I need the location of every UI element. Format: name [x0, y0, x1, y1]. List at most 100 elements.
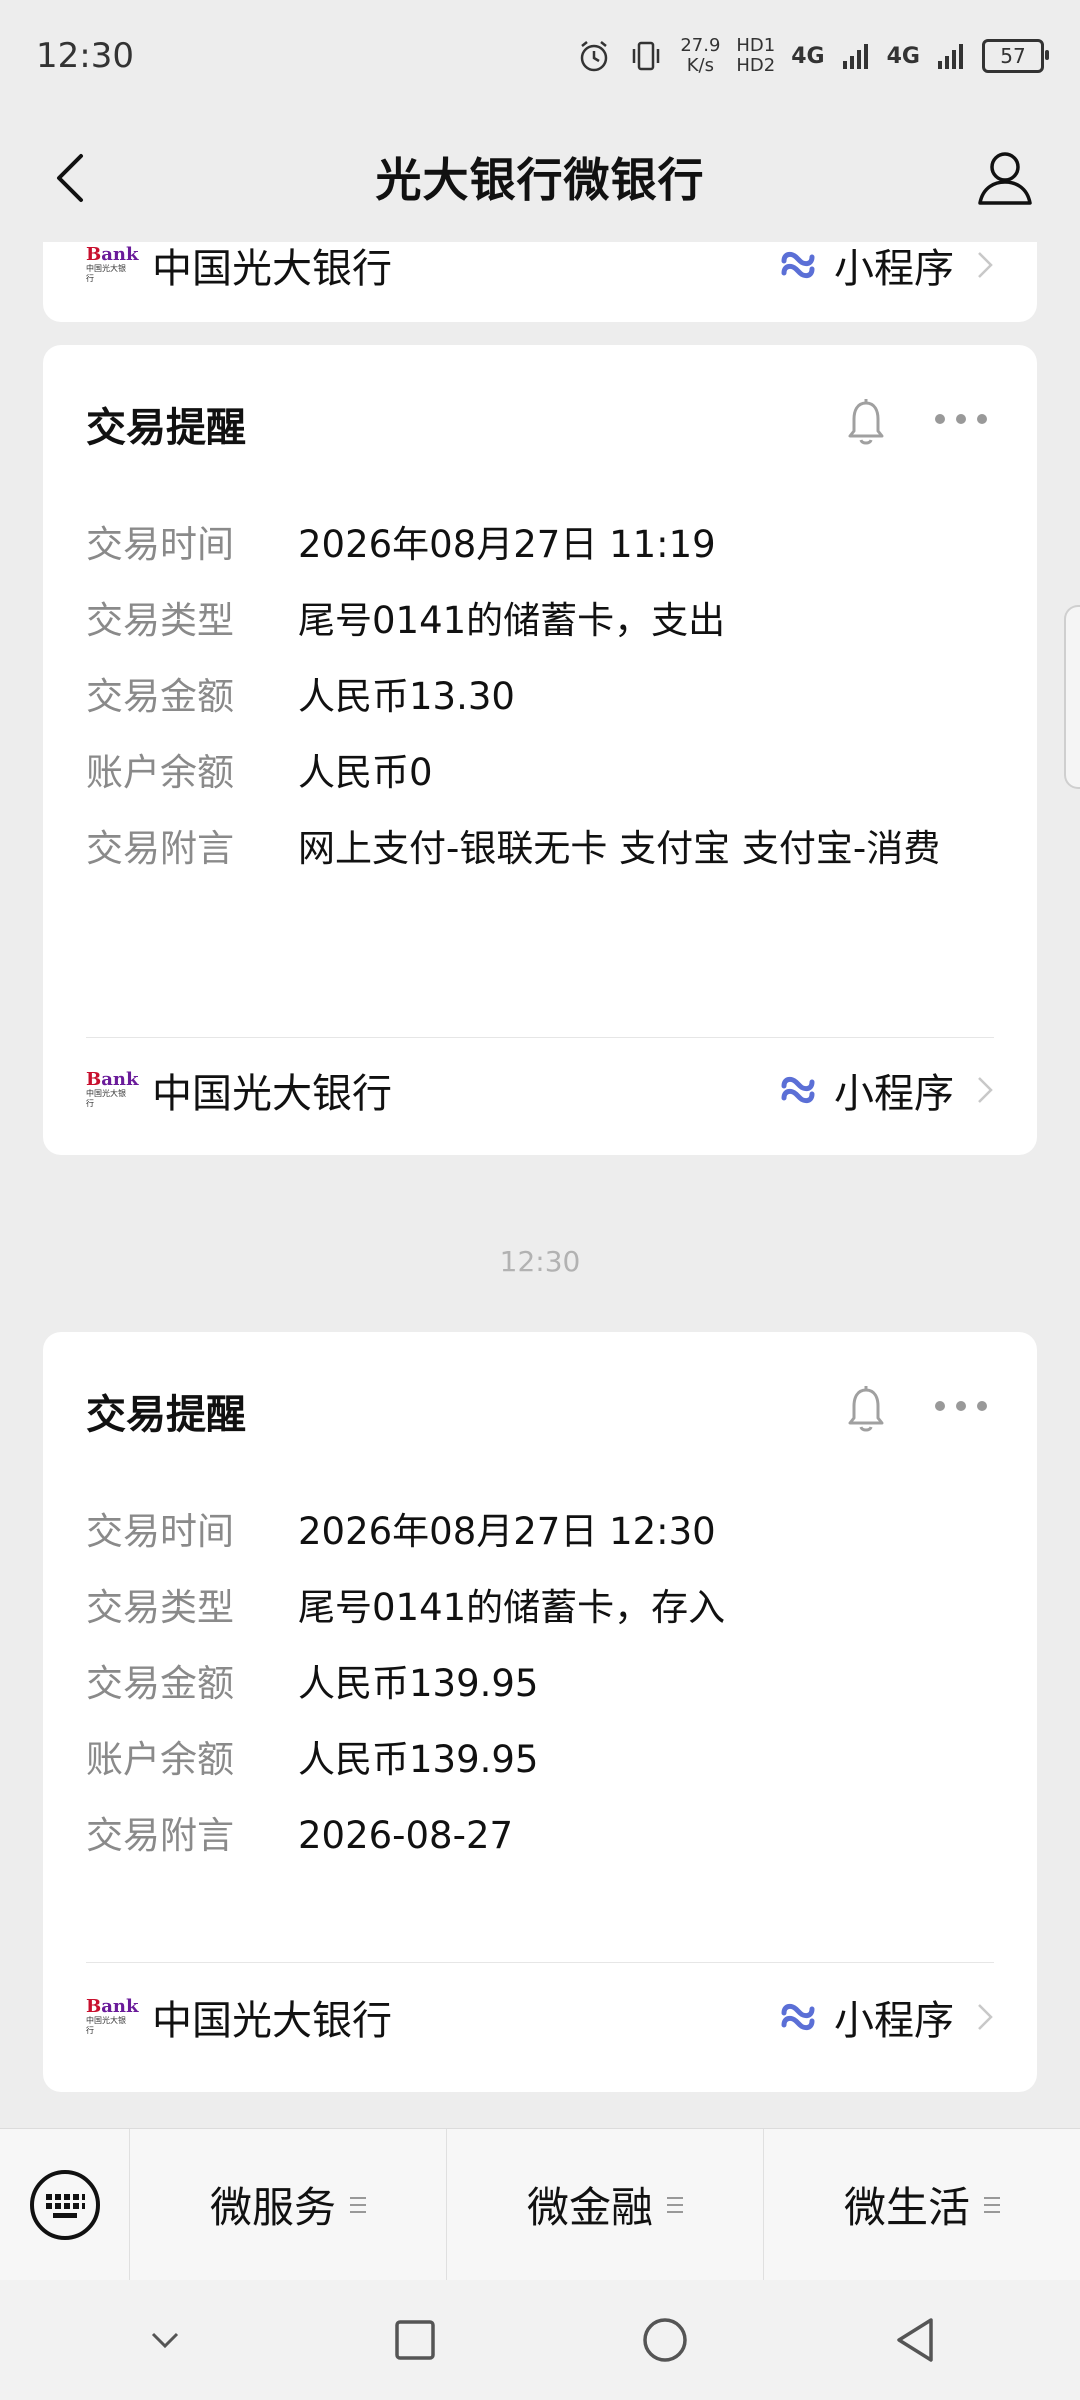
detail-label: 账户余额 [86, 751, 234, 794]
bottom-menu-bar: 微服务 微金融 微生活 [0, 2128, 1080, 2281]
detail-row: 交易类型 尾号0141的储蓄卡，存入 [86, 1583, 986, 1633]
detail-value: 尾号0141的储蓄卡，支出 [298, 599, 726, 642]
screen: 12:30 27.9 K/s HD1 HD2 4G 4G 57 光大银行微银行 … [0, 0, 1080, 2400]
detail-row: 交易附言 网上支付-银联无卡 支付宝 支付宝-消费 [86, 824, 986, 874]
nav-collapse-button[interactable] [120, 2295, 210, 2385]
hd1-label: HD1 [736, 35, 776, 56]
detail-label: 交易时间 [86, 1510, 234, 1553]
keyboard-icon [29, 2169, 100, 2240]
chevron-right-icon [978, 252, 993, 278]
detail-label: 交易时间 [86, 523, 234, 566]
bank-name: 中国光大银行 [152, 246, 392, 292]
mini-program-icon [781, 251, 815, 279]
network-type-2: 4G [886, 43, 920, 69]
square-icon [395, 2320, 435, 2360]
mini-program-link[interactable]: 小程序 [776, 1061, 994, 1119]
transaction-card[interactable]: 交易提醒 交易时间 2026年08月27日 12:30 交易类型 尾号0141的… [43, 1332, 1037, 2092]
menu-list-icon [667, 2196, 683, 2213]
menu-list-icon [984, 2196, 1000, 2213]
triangle-back-icon [897, 2318, 933, 2362]
battery-icon: 57 [982, 39, 1049, 73]
bell-icon[interactable] [845, 1384, 887, 1434]
detail-row: 交易附言 2026-08-27 [86, 1811, 986, 1861]
card-footer[interactable]: Bank 中国光大银行 中国光大银行 小程序 [86, 1982, 994, 2052]
menu-micro-service[interactable]: 微服务 [130, 2128, 447, 2281]
menu-micro-life[interactable]: 微生活 [764, 2129, 1080, 2281]
detail-value: 尾号0141的储蓄卡，存入 [298, 1586, 726, 1629]
user-icon [978, 152, 1032, 205]
chevron-right-icon [978, 1077, 993, 1103]
chevron-down-icon [151, 2332, 179, 2349]
floating-side-handle[interactable] [1064, 605, 1080, 789]
speed-unit: K/s [686, 55, 714, 76]
mini-program-link[interactable]: 小程序 [776, 242, 994, 294]
card-footer[interactable]: Bank 中国光大银行 中国光大银行 小程序 [86, 1055, 994, 1125]
detail-row: 交易时间 2026年08月27日 11:19 [86, 520, 986, 570]
detail-row: 交易金额 人民币13.30 [86, 672, 986, 722]
detail-label: 交易金额 [86, 1662, 234, 1705]
bell-icon[interactable] [845, 397, 887, 447]
detail-label: 交易类型 [86, 599, 234, 642]
detail-row: 交易类型 尾号0141的储蓄卡，支出 [86, 596, 986, 646]
hd2-label: HD2 [736, 55, 776, 76]
detail-value: 2026年08月27日 12:30 [298, 1510, 716, 1553]
detail-value: 2026-08-27 [298, 1814, 514, 1857]
card-footer[interactable]: Bank 中国光大银行 中国光大银行 小程序 [86, 242, 994, 300]
detail-value: 网上支付-银联无卡 支付宝 支付宝-消费 [298, 827, 941, 870]
more-options-button[interactable] [935, 1396, 987, 1416]
message-list[interactable]: Bank 中国光大银行 中国光大银行 小程序 交易提醒 交易时间 2026年08… [0, 242, 1080, 2128]
bank-name: 中国光大银行 [152, 1071, 392, 1117]
battery-level: 57 [1000, 44, 1026, 68]
message-time: 12:30 [499, 1245, 581, 1278]
partial-card[interactable]: Bank 中国光大银行 中国光大银行 小程序 [43, 242, 1037, 322]
menu-label: 微服务 [209, 2183, 336, 2232]
divider [86, 1962, 994, 1963]
bank-logo: Bank 中国光大银行 [86, 244, 139, 284]
detail-label: 交易金额 [86, 675, 234, 718]
back-arrow-icon [57, 154, 83, 202]
vibrate-icon [633, 41, 660, 71]
back-button[interactable] [40, 148, 100, 208]
detail-value: 人民币139.95 [298, 1738, 539, 1781]
detail-value: 2026年08月27日 11:19 [298, 523, 716, 566]
mini-program-link[interactable]: 小程序 [776, 1988, 994, 2046]
transaction-details: 交易时间 2026年08月27日 11:19 交易类型 尾号0141的储蓄卡，支… [86, 520, 986, 900]
mini-program-icon [781, 2003, 815, 2031]
detail-label: 交易类型 [86, 1586, 234, 1629]
detail-label: 交易附言 [86, 827, 234, 870]
more-options-button[interactable] [935, 409, 987, 429]
circle-icon [643, 2318, 687, 2362]
bank-logo: Bank 中国光大银行 [86, 1996, 139, 2036]
detail-label: 交易附言 [86, 1814, 234, 1857]
bank-name: 中国光大银行 [152, 1998, 392, 2044]
nav-recents-button[interactable] [370, 2295, 460, 2385]
detail-value: 人民币0 [298, 751, 433, 794]
detail-row: 账户余额 人民币0 [86, 748, 986, 798]
transaction-card[interactable]: 交易提醒 交易时间 2026年08月27日 11:19 交易类型 尾号0141的… [43, 345, 1037, 1155]
detail-value: 人民币139.95 [298, 1662, 539, 1705]
nav-home-button[interactable] [620, 2295, 710, 2385]
title-bar: 光大银行微银行 [0, 112, 1080, 242]
profile-button[interactable] [970, 142, 1040, 212]
menu-micro-finance[interactable]: 微金融 [447, 2128, 764, 2281]
chevron-right-icon [978, 2004, 993, 2030]
status-bar: 12:30 27.9 K/s HD1 HD2 4G 4G 57 [0, 0, 1080, 112]
menu-list-icon [350, 2196, 366, 2213]
transaction-details: 交易时间 2026年08月27日 12:30 交易类型 尾号0141的储蓄卡，存… [86, 1507, 986, 1887]
system-navigation-bar [0, 2280, 1080, 2400]
detail-row: 交易金额 人民币139.95 [86, 1659, 986, 1709]
signal-icon [938, 44, 963, 69]
network-type-1: 4G [791, 43, 825, 69]
keyboard-toggle-button[interactable] [0, 2128, 130, 2281]
network-speed: 27.9 K/s [680, 36, 720, 76]
alarm-icon [581, 41, 608, 72]
speed-value: 27.9 [680, 35, 721, 56]
mini-program-icon [781, 1076, 815, 1104]
detail-row: 账户余额 人民币139.95 [86, 1735, 986, 1785]
menu-label: 微金融 [526, 2183, 653, 2232]
card-title: 交易提醒 [86, 405, 246, 451]
bank-logo: Bank 中国光大银行 [86, 1069, 139, 1109]
nav-back-button[interactable] [870, 2295, 960, 2385]
signal-icon [842, 44, 868, 69]
detail-value: 人民币13.30 [298, 675, 515, 718]
